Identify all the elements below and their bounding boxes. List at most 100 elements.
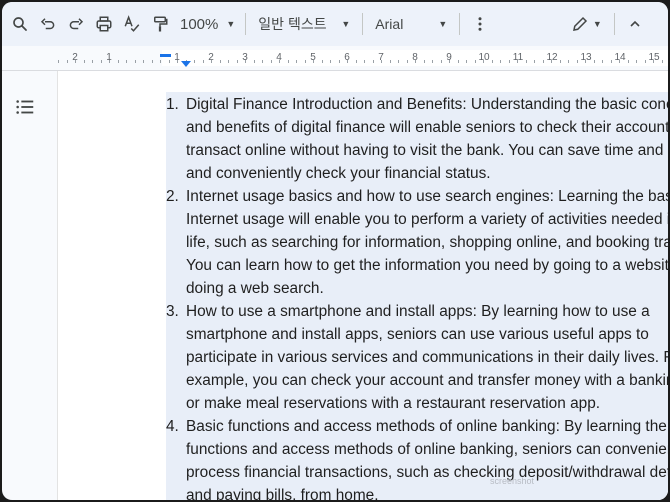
ruler-tick <box>330 60 331 63</box>
ruler-tick <box>381 60 382 63</box>
text-line: Digital Finance Introduction and Benefit… <box>186 96 668 113</box>
ruler-tick <box>228 60 229 63</box>
font-select[interactable]: Arial ▼ <box>369 9 453 39</box>
ruler-label: 12 <box>546 52 558 63</box>
ruler-tick <box>610 60 612 63</box>
ruler-tick <box>262 60 263 63</box>
ruler-tick <box>602 60 603 63</box>
ruler-tick <box>75 60 76 63</box>
ruler-tick <box>168 60 170 63</box>
ruler-tick <box>279 60 280 63</box>
ruler-tick <box>219 60 221 63</box>
ruler-tick <box>194 60 195 63</box>
list-number: 4. <box>166 418 179 435</box>
editing-mode-button[interactable]: ▼ <box>564 9 608 39</box>
ruler-tick <box>296 60 297 63</box>
pencil-icon <box>572 16 587 31</box>
redo-button[interactable] <box>62 9 90 39</box>
ruler-tick <box>627 60 629 63</box>
undo-button[interactable] <box>34 9 62 39</box>
document-outline-button[interactable] <box>14 96 36 118</box>
ruler-tick <box>338 60 340 63</box>
watermark-text: screenshot <box>490 476 535 486</box>
ruler-tick <box>58 60 59 63</box>
toolbar-divider <box>614 13 616 35</box>
chevron-down-icon: ▼ <box>341 19 351 29</box>
ruler-label: 15 <box>648 52 660 63</box>
ruler-tick <box>415 60 416 63</box>
ruler-tick <box>389 60 391 63</box>
spellcheck-button[interactable] <box>118 9 146 39</box>
ruler-tick <box>398 60 399 63</box>
ruler-tick <box>287 60 289 63</box>
print-button[interactable] <box>90 9 118 39</box>
text-line: and conveniently check your financial st… <box>186 165 491 182</box>
chevron-down-icon: ▼ <box>438 19 448 29</box>
ruler-tick <box>559 60 561 63</box>
ruler-tick <box>313 60 314 63</box>
ruler-tick <box>117 60 119 63</box>
ruler-tick <box>474 60 476 63</box>
ruler-tick <box>525 60 527 63</box>
list-item[interactable]: 2. Internet usage basics and how to use … <box>166 185 668 300</box>
ruler-label: 13 <box>580 52 592 63</box>
ruler-tick <box>160 60 161 63</box>
text-line: life, such as searching for information,… <box>186 234 668 251</box>
ruler-tick <box>92 60 93 63</box>
first-line-indent-marker[interactable] <box>160 54 171 57</box>
list-number: 3. <box>166 303 179 320</box>
more-vert-icon <box>478 17 482 31</box>
left-indent-marker[interactable] <box>181 61 191 67</box>
text-line: Basic functions and access methods of on… <box>186 418 667 435</box>
hide-menus-button[interactable] <box>621 9 649 39</box>
paint-roller-icon <box>154 16 168 32</box>
list-item[interactable]: 1. Digital Finance Introduction and Bene… <box>166 93 668 185</box>
text-line: You can learn how to get the information… <box>186 257 668 274</box>
ruler-tick <box>355 60 357 63</box>
ruler-tick <box>483 60 484 63</box>
ruler-tick <box>619 60 620 63</box>
toolbar: 100% ▼ 일반 텍스트 ▼ Arial ▼ ▼ <box>2 2 668 46</box>
docs-window: 100% ▼ 일반 텍스트 ▼ Arial ▼ ▼ 2 1 1 2 3 4 5 … <box>2 2 668 500</box>
style-select[interactable]: 일반 텍스트 ▼ <box>252 9 356 39</box>
document-body[interactable]: 1. Digital Finance Introduction and Bene… <box>166 92 668 500</box>
toolbar-divider <box>245 13 247 35</box>
horizontal-ruler[interactable]: 2 1 1 2 3 4 5 6 7 8 9 10 11 12 13 14 15 <box>2 46 668 71</box>
ruler-tick <box>372 60 374 63</box>
ruler-tick <box>440 60 442 63</box>
ruler-tick <box>491 60 493 63</box>
ruler-label: 10 <box>478 52 490 63</box>
ruler-tick <box>432 60 433 63</box>
ruler-tick <box>466 60 467 63</box>
ruler-tick <box>653 60 654 63</box>
text-line: doing a web search. <box>186 280 324 297</box>
ruler-tick <box>236 60 238 63</box>
paint-format-button[interactable] <box>146 9 174 39</box>
ruler-tick <box>551 60 552 63</box>
ruler-tick <box>211 60 212 63</box>
ruler-tick <box>406 60 408 63</box>
ruler-tick <box>636 60 637 63</box>
text-line: transact online without having to visit … <box>186 142 668 159</box>
list-item[interactable]: 3. How to use a smartphone and install a… <box>166 300 668 415</box>
ruler-tick <box>202 60 204 63</box>
list-item[interactable]: 4. Basic functions and access methods of… <box>166 415 668 500</box>
undo-icon <box>40 18 55 30</box>
ruler-tick <box>100 60 102 63</box>
text-line: functions and access methods of online b… <box>186 441 668 458</box>
ruler-tick <box>423 60 425 63</box>
ruler-tick <box>517 60 518 63</box>
search-menus-button[interactable] <box>6 9 34 39</box>
ruler-tick <box>245 60 246 63</box>
ruler-tick <box>661 60 663 63</box>
redo-icon <box>69 18 84 30</box>
ruler-tick <box>576 60 578 63</box>
ruler-tick <box>593 60 595 63</box>
more-options-button[interactable] <box>466 9 494 39</box>
text-line: process financial transactions, such as … <box>186 464 668 481</box>
document-page[interactable]: 1. Digital Finance Introduction and Bene… <box>57 71 668 500</box>
list-number: 2. <box>166 188 179 205</box>
ruler-tick <box>508 60 510 63</box>
ruler-tick <box>347 60 348 63</box>
zoom-select[interactable]: 100% ▼ <box>174 9 239 39</box>
